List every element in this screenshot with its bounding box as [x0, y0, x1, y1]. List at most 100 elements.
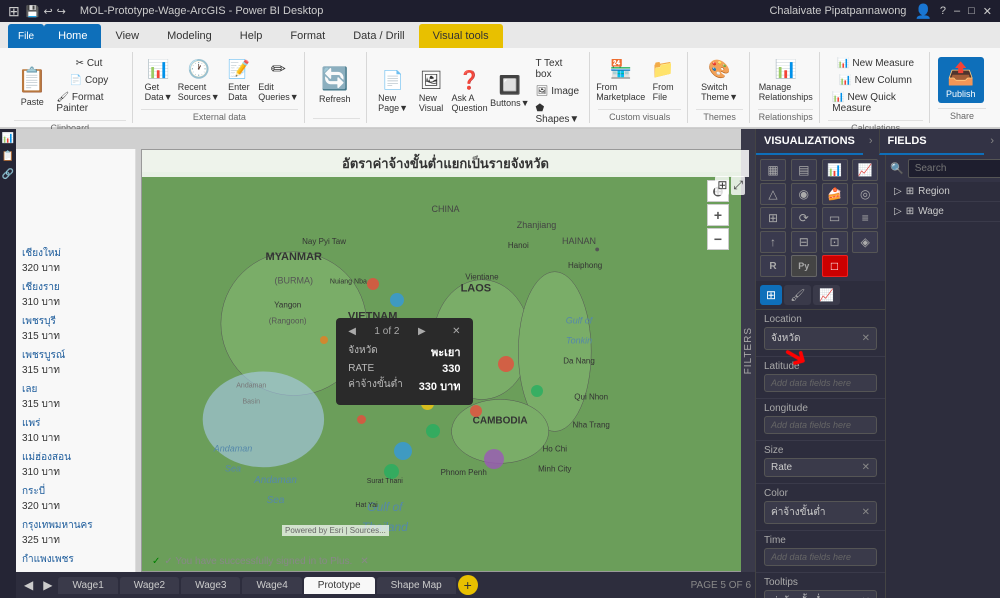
switch-theme-button[interactable]: 🎨 SwitchTheme▼ [696, 56, 743, 105]
tooltip-close-btn[interactable]: ✕ [452, 326, 460, 337]
viz-line-chart[interactable]: 📈 [852, 159, 878, 181]
nav-data-icon[interactable]: 📋 [1, 151, 15, 165]
new-measure-button[interactable]: 📊 New Measure [828, 56, 923, 71]
map-dot[interactable] [320, 336, 328, 344]
viz-tab-analytics[interactable]: 📈 [813, 285, 840, 305]
map-dot[interactable] [426, 424, 440, 438]
new-visual-button[interactable]: 🖼 NewVisual [413, 67, 449, 116]
nav-model-icon[interactable]: 🔗 [1, 169, 15, 183]
viz-treemap[interactable]: ⊞ [760, 207, 786, 229]
new-page-button[interactable]: 📄 NewPage▼ [375, 67, 411, 116]
viz-area-chart[interactable]: △ [760, 183, 786, 205]
page-next[interactable]: ▶ [39, 578, 56, 592]
tab-wage4[interactable]: Wage4 [242, 577, 301, 594]
viz-custom-active[interactable]: □ [822, 255, 848, 277]
add-page-button[interactable]: + [458, 575, 478, 595]
textbox-button[interactable]: T Text box [531, 56, 583, 82]
color-field-remove[interactable]: ✕ [862, 507, 870, 518]
viz-slicer[interactable]: ⊟ [791, 231, 817, 253]
new-column-button[interactable]: 📊 New Column [828, 73, 923, 88]
tab-wage1[interactable]: Wage1 [58, 577, 117, 594]
map-dot[interactable] [384, 464, 399, 479]
viz-column-chart[interactable]: 📊 [822, 159, 848, 181]
close-btn[interactable]: ✕ [983, 5, 992, 18]
wage-group-header[interactable]: ▷ ⊞ Wage [886, 202, 1000, 221]
viz-tab-format[interactable]: 🖌 [784, 285, 811, 305]
province-field-remove[interactable]: ✕ [862, 333, 870, 344]
fields-panel-header[interactable]: FIELDS [879, 129, 985, 155]
get-data-button[interactable]: 📊 GetData▼ [141, 56, 177, 105]
viz-tab-fields[interactable]: ⊞ [760, 285, 782, 305]
viz-python-visual[interactable]: Py [791, 255, 817, 277]
map-dot[interactable] [390, 293, 404, 307]
viz-r-visual[interactable]: R [760, 255, 786, 277]
fields-expand-icon[interactable]: › [984, 129, 1000, 155]
marketplace-button[interactable]: 🏪 FromMarketplace [598, 56, 643, 105]
viz-pie[interactable]: 🍰 [822, 183, 848, 205]
view-tab[interactable]: View [101, 24, 153, 48]
viz-card[interactable]: ▭ [822, 207, 848, 229]
redo-icon[interactable]: ↪ [57, 5, 66, 18]
data-drill-tab[interactable]: Data / Drill [339, 24, 418, 48]
viz-scatter[interactable]: ◉ [791, 183, 817, 205]
copy-button[interactable]: 📄 Copy [52, 73, 125, 88]
map-dot[interactable] [367, 278, 379, 290]
map-dot[interactable] [394, 442, 412, 460]
size-field[interactable]: Rate ✕ [764, 458, 877, 477]
tooltip-nav-next[interactable]: ▶ [418, 326, 426, 337]
viz-stacked-bar[interactable]: ▤ [791, 159, 817, 181]
size-field-remove[interactable]: ✕ [862, 462, 870, 473]
image-button[interactable]: 🖼 Image [531, 84, 583, 99]
viz-bar-chart[interactable]: ▦ [760, 159, 786, 181]
undo-icon[interactable]: ↩ [43, 5, 52, 18]
from-file-button[interactable]: 📁 FromFile [645, 56, 681, 105]
map-dot[interactable] [484, 449, 504, 469]
expand-icon[interactable]: ⤢ [731, 176, 745, 195]
region-group-header[interactable]: ▷ ⊞ Region [886, 182, 1000, 201]
viz-kpi[interactable]: ↑ [760, 231, 786, 253]
refresh-button[interactable]: 🔄 Refresh [313, 63, 357, 107]
recent-sources-button[interactable]: 🕐 RecentSources▼ [179, 56, 219, 105]
tooltip-nav[interactable]: ◀ [348, 326, 356, 337]
home-tab[interactable]: Home [44, 24, 101, 48]
maximize-btn[interactable]: □ [968, 5, 975, 17]
viz-multi-row-card[interactable]: ≡ [852, 207, 878, 229]
tab-wage2[interactable]: Wage2 [120, 577, 179, 594]
page-prev[interactable]: ◀ [20, 578, 37, 592]
shapes-button[interactable]: ⬟ Shapes▼ [531, 101, 583, 127]
success-close[interactable]: ✕ [360, 556, 368, 567]
fields-search-input[interactable] [908, 159, 1000, 178]
viz-donut[interactable]: ◎ [852, 183, 878, 205]
edit-queries-button[interactable]: ✏ EditQueries▼ [259, 56, 298, 105]
tab-prototype[interactable]: Prototype [304, 577, 375, 594]
viz-gauge[interactable]: ⟳ [791, 207, 817, 229]
file-tab[interactable]: File [8, 24, 44, 48]
buttons-button[interactable]: 🔲 Buttons▼ [490, 72, 529, 111]
tab-wage3[interactable]: Wage3 [181, 577, 240, 594]
nav-report-icon[interactable]: 📊 [1, 133, 15, 147]
viz-expand-icon[interactable]: › [863, 129, 879, 155]
latitude-field[interactable]: Add data fields here [764, 374, 877, 392]
filter-icon[interactable]: ⊞ [715, 176, 729, 195]
help-icon[interactable]: ? [940, 5, 946, 17]
tab-shape-map[interactable]: Shape Map [377, 577, 456, 594]
ask-question-button[interactable]: ❓ Ask AQuestion [451, 67, 488, 116]
viz-table[interactable]: ⊡ [822, 231, 848, 253]
map-dot[interactable] [470, 405, 482, 417]
color-field[interactable]: ค่าจ้างขั้นต่ำ ✕ [764, 501, 877, 524]
save-icon[interactable]: 💾 [26, 5, 40, 18]
longitude-field[interactable]: Add data fields here [764, 416, 877, 434]
new-quick-measure-button[interactable]: 📊 New Quick Measure [828, 90, 923, 116]
cut-button[interactable]: ✂ Cut [52, 56, 125, 71]
viz-matrix[interactable]: ◈ [852, 231, 878, 253]
map-dot[interactable] [531, 385, 543, 397]
minimize-btn[interactable]: – [954, 5, 960, 17]
paste-button[interactable]: 📋 Paste [14, 63, 50, 110]
map-zoom-in-button[interactable]: + [707, 204, 729, 226]
visual-tools-tab[interactable]: Visual tools [419, 24, 503, 48]
format-painter-button[interactable]: 🖌 Format Painter [52, 90, 125, 116]
format-tab[interactable]: Format [276, 24, 339, 48]
map-zoom-out-button[interactable]: − [707, 228, 729, 250]
help-tab[interactable]: Help [226, 24, 277, 48]
modeling-tab[interactable]: Modeling [153, 24, 226, 48]
